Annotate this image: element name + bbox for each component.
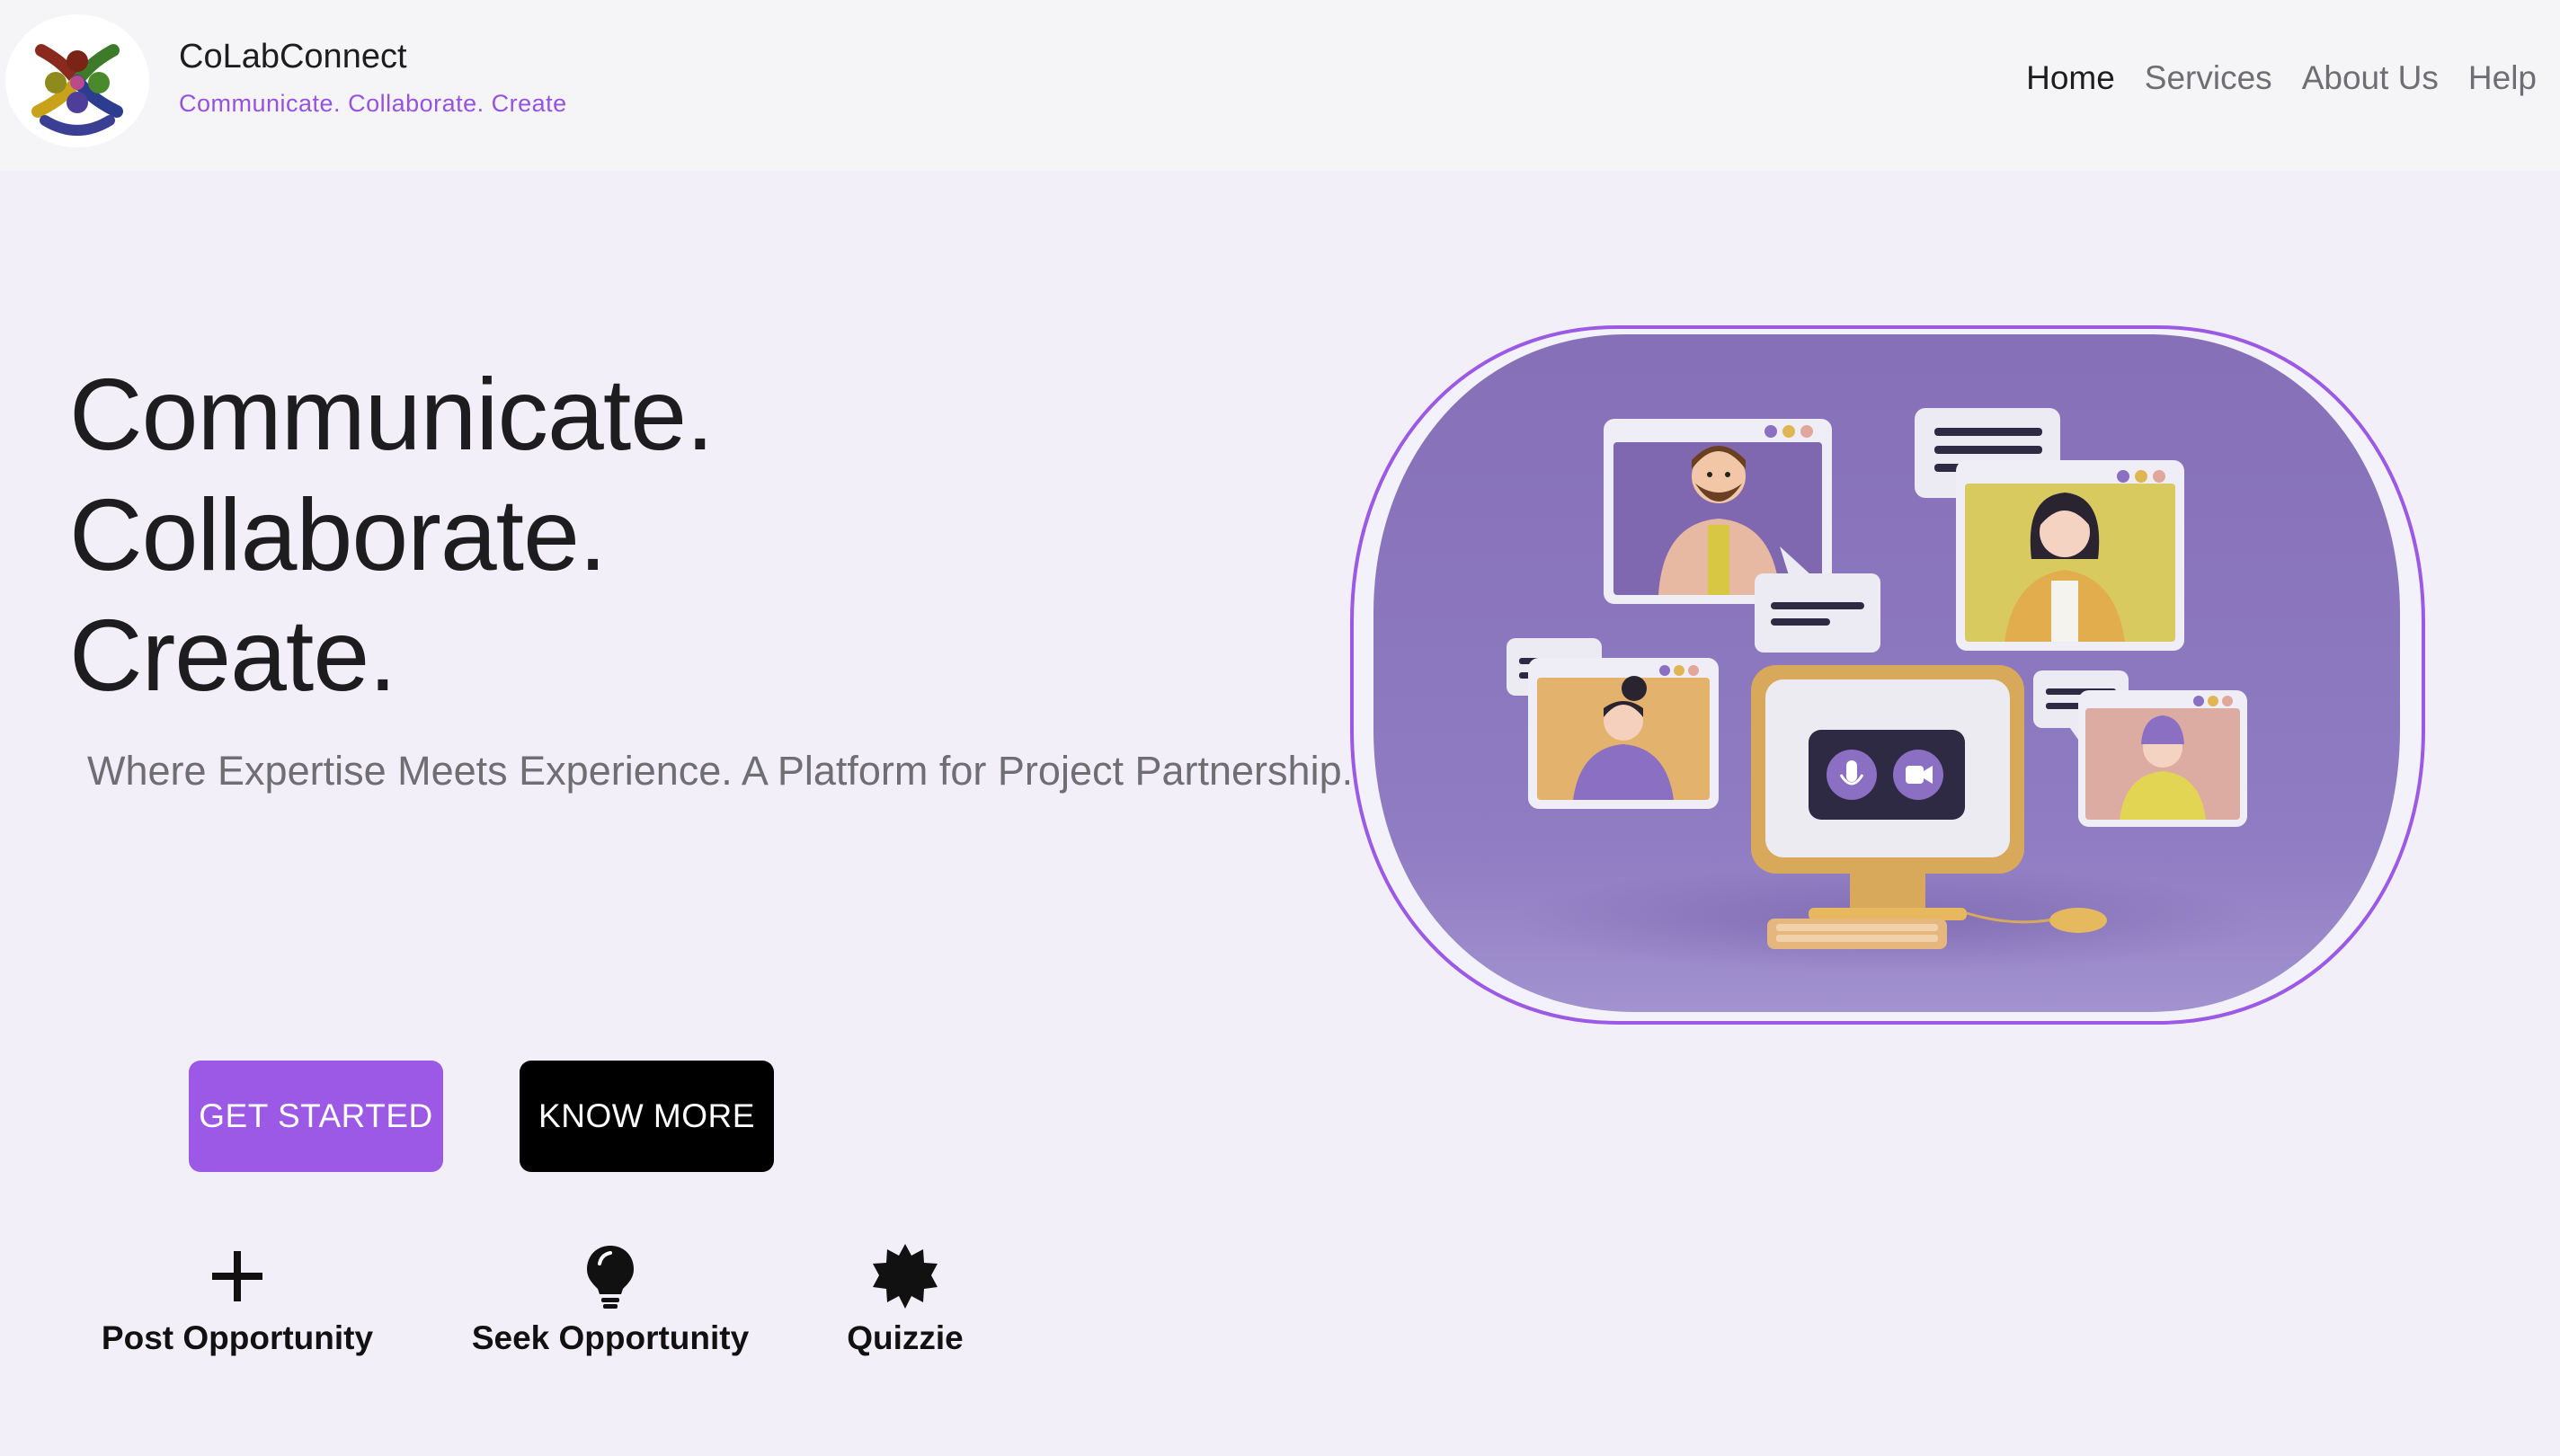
logo-mark-icon	[31, 44, 123, 136]
feature-label: Seek Opportunity	[471, 1319, 750, 1356]
know-more-button[interactable]: KNOW MORE	[520, 1061, 774, 1172]
get-started-button[interactable]: GET STARTED	[189, 1061, 443, 1172]
nav-home[interactable]: Home	[2026, 59, 2115, 97]
badge-icon	[871, 1242, 939, 1310]
participant-window-3	[1528, 658, 1719, 809]
brand-tagline: Communicate. Collaborate. Create	[179, 90, 567, 117]
hero-heading-line-2: Collaborate.	[69, 478, 607, 591]
hero-heading-line-1: Communicate.	[69, 358, 714, 471]
hero-subtitle: Where Expertise Meets Experience. A Plat…	[87, 748, 1354, 794]
feature-label: Quizzie	[847, 1319, 964, 1356]
nav-about-us[interactable]: About Us	[2302, 59, 2439, 97]
feature-post-opportunity[interactable]: Post Opportunity	[102, 1242, 373, 1357]
hero-heading-line-3: Create.	[69, 599, 397, 712]
feature-quizzie[interactable]: Quizzie	[841, 1242, 969, 1357]
participant-window-2	[1956, 460, 2184, 651]
site-header: CoLabConnect Communicate. Collaborate. C…	[0, 0, 2560, 171]
lightbulb-icon	[576, 1242, 644, 1310]
nav-services[interactable]: Services	[2145, 59, 2272, 97]
feature-seek-opportunity[interactable]: Seek Opportunity	[471, 1242, 750, 1357]
video-conference-illustration	[1350, 325, 2425, 1025]
main-nav: Home Services About Us Help	[2026, 59, 2537, 97]
feature-label: Post Opportunity	[101, 1319, 374, 1356]
brand-name[interactable]: CoLabConnect	[179, 38, 407, 76]
nav-help[interactable]: Help	[2468, 59, 2537, 97]
participant-window-4	[2078, 690, 2247, 827]
brand-logo[interactable]	[5, 14, 149, 147]
hero-illustration	[1348, 325, 2427, 1031]
plus-icon	[203, 1242, 271, 1310]
